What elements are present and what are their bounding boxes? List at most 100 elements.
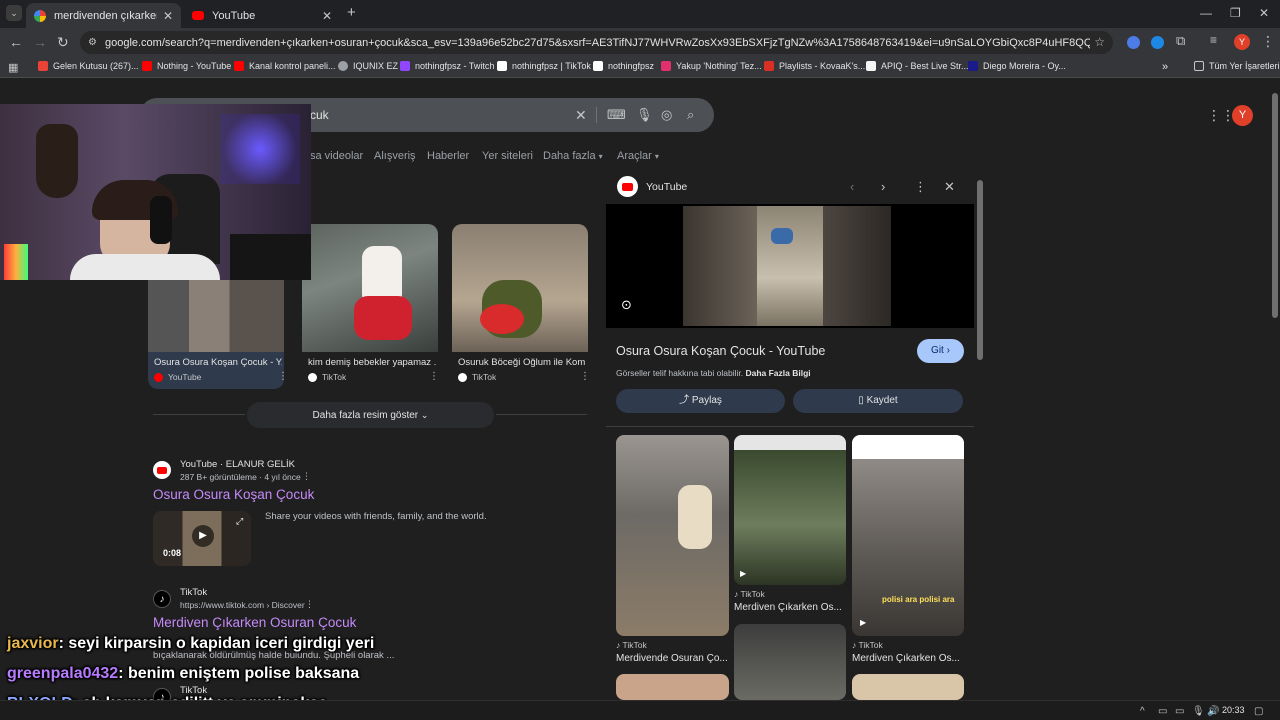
tab-search-button[interactable]: ⌄ <box>6 5 22 21</box>
profile-avatar[interactable]: Y <box>1234 34 1250 50</box>
bookmark-label: nothingfpsz - Twitch <box>415 61 495 71</box>
related-image[interactable] <box>734 624 846 700</box>
bookmark-item[interactable]: nothingfpsz <box>593 61 654 71</box>
page-scrollbar[interactable] <box>1270 79 1280 720</box>
more-options-icon[interactable]: ⋮ <box>305 599 314 610</box>
video-thumbnail[interactable]: ▶ ⤢ 0:08 <box>153 511 251 566</box>
result-title-link[interactable]: Merdiven Çıkarken Osuran Çocuk <box>153 615 356 630</box>
tab-shopping[interactable]: Alışveriş <box>374 150 416 162</box>
scrollbar-thumb[interactable] <box>1272 93 1278 318</box>
camera-lens-icon[interactable]: ◎ <box>661 107 672 123</box>
search-icon[interactable]: ⌕ <box>687 107 694 123</box>
related-image[interactable] <box>616 435 729 636</box>
volume-icon[interactable]: 🔊 <box>1207 706 1219 717</box>
tab-news[interactable]: Haberler <box>427 150 469 162</box>
source-label: TikTok <box>740 589 765 599</box>
related-image[interactable]: polisi ara polisi ara ▶ <box>852 435 964 636</box>
all-bookmarks-folder[interactable]: Tüm Yer İşaretleri <box>1194 61 1280 71</box>
panel-title[interactable]: Osura Osura Koşan Çocuk - YouTube <box>616 344 825 358</box>
related-caption[interactable]: Merdivende Osuran Ço... <box>616 653 729 664</box>
bookmark-star-icon[interactable]: ☆ <box>1094 35 1105 49</box>
bookmark-item[interactable]: Kanal kontrol paneli... <box>234 61 336 71</box>
bookmark-item[interactable]: APIQ - Best Live Str... <box>866 61 969 71</box>
reload-button[interactable]: ↻ <box>57 34 69 51</box>
bookmark-item[interactable]: IQUNIX EZ <box>338 61 398 71</box>
minimize-icon[interactable]: — <box>1200 6 1212 20</box>
bookmark-item[interactable]: Gelen Kutusu (267)... <box>38 61 139 71</box>
more-options-icon[interactable]: ⋮ <box>914 179 927 195</box>
close-icon[interactable]: ✕ <box>163 9 173 23</box>
learn-more-link[interactable]: Daha Fazla Bilgi <box>745 368 810 378</box>
share-icon: ⤴ <box>679 395 690 406</box>
new-tab-button[interactable]: + <box>347 4 356 21</box>
bookmark-item[interactable]: Diego Moreira - Oy... <box>968 61 1066 71</box>
address-bar[interactable]: ⚙ google.com/search?q=merdivenden+çıkark… <box>80 31 1113 54</box>
bookmark-label: Yakup 'Nothing' Tez... <box>676 61 762 71</box>
preview-image[interactable]: ⊙ <box>606 204 974 328</box>
reading-list-icon[interactable]: ≡ <box>1210 33 1217 47</box>
image-result[interactable]: kim demiş bebekler yapamaz ... TikTok <box>302 224 438 389</box>
previous-icon[interactable]: ‹ <box>850 179 854 194</box>
next-icon[interactable]: › <box>881 179 885 194</box>
search-input[interactable]: cuk <box>310 108 329 122</box>
tiktok-icon: ♪ <box>153 590 171 608</box>
save-button[interactable]: ▯ Kaydet <box>793 389 963 413</box>
extension-icon[interactable] <box>1151 36 1164 49</box>
site-info-icon[interactable]: ⚙ <box>88 37 97 48</box>
more-options-icon[interactable]: ⋮ <box>278 371 288 382</box>
more-bookmarks-button[interactable]: » <box>1162 61 1168 73</box>
more-options-icon[interactable]: ⋮ <box>302 471 311 482</box>
display-icon[interactable]: ▭ <box>1175 706 1184 717</box>
back-button[interactable]: ← <box>9 34 23 50</box>
notifications-icon[interactable]: ▢ <box>1254 706 1263 717</box>
related-image[interactable] <box>852 674 964 700</box>
tab-places[interactable]: Yer siteleri <box>482 150 533 162</box>
source-label: TikTok <box>472 372 497 382</box>
bookmark-item[interactable]: Nothing - YouTube <box>142 61 231 71</box>
related-image[interactable]: ▶ <box>734 435 846 585</box>
tab-more[interactable]: Daha fazla ▾ <box>543 150 603 162</box>
taskbar-clock[interactable]: 20:33 <box>1222 705 1245 715</box>
tab-short-videos[interactable]: sa videolar <box>310 150 363 162</box>
bookmark-item[interactable]: nothingfpsz | TikTok <box>497 61 591 71</box>
bookmarks-bar: ▦ Gelen Kutusu (267)... Nothing - YouTub… <box>0 57 1280 78</box>
close-panel-icon[interactable]: ✕ <box>944 179 955 195</box>
google-apps-icon[interactable]: ⋮⋮ <box>1207 107 1235 124</box>
panel-scrollbar-thumb[interactable] <box>977 180 983 360</box>
tab-google-search[interactable]: merdivenden çıkarken osuran ç ✕ <box>26 3 181 28</box>
share-button[interactable]: ⤴ Paylaş <box>616 389 785 413</box>
bookmark-item[interactable]: Playlists - KovaaK's... <box>764 61 865 71</box>
account-avatar[interactable]: Y <box>1232 105 1253 126</box>
bookmark-item[interactable]: Yakup 'Nothing' Tez... <box>661 61 762 71</box>
network-icon[interactable]: ▭ <box>1158 706 1167 717</box>
lens-search-icon[interactable]: ⊙ <box>621 297 632 313</box>
microphone-icon[interactable]: 🎙 <box>636 107 653 123</box>
tab-tools[interactable]: Araçlar ▾ <box>617 150 659 162</box>
visit-button[interactable]: Git › <box>917 339 964 363</box>
bookmark-item[interactable]: nothingfpsz - Twitch <box>400 61 494 71</box>
tab-youtube[interactable]: YouTube ✕ <box>184 3 340 28</box>
bookmark-label: nothingfpsz <box>608 61 655 71</box>
related-caption[interactable]: Merdiven Çıkarken Os... <box>852 653 964 664</box>
microphone-icon[interactable]: 🎙 <box>1192 706 1205 717</box>
related-caption[interactable]: Merdiven Çıkarken Os... <box>734 602 846 613</box>
image-result[interactable]: Osuruk Böceği Oğlum ile Kom... TikTok <box>452 224 588 389</box>
keyboard-icon[interactable]: ⌨ <box>607 107 626 123</box>
more-options-icon[interactable]: ⋮ <box>429 371 439 382</box>
apps-grid-icon[interactable]: ▦ <box>8 61 18 74</box>
chevron-up-icon[interactable]: ^ <box>1140 706 1145 717</box>
forward-button[interactable]: → <box>33 34 47 50</box>
close-icon[interactable]: ✕ <box>322 9 332 23</box>
extensions-puzzle-icon[interactable]: ⧉ <box>1176 33 1185 49</box>
restore-icon[interactable]: ❐ <box>1230 6 1241 20</box>
extension-icon[interactable] <box>1127 36 1140 49</box>
close-window-icon[interactable]: ✕ <box>1259 6 1269 20</box>
more-images-button[interactable]: Daha fazla resim göster ⌄ <box>247 402 494 428</box>
result-title-link[interactable]: Osura Osura Koşan Çocuk <box>153 487 314 502</box>
more-options-icon[interactable]: ⋮ <box>580 371 590 382</box>
menu-kebab-icon[interactable]: ⋮ <box>1261 33 1275 50</box>
bookmark-label: nothingfpsz | TikTok <box>512 61 591 71</box>
divider <box>153 414 245 415</box>
related-image[interactable] <box>616 674 729 700</box>
clear-icon[interactable]: ✕ <box>575 107 587 124</box>
